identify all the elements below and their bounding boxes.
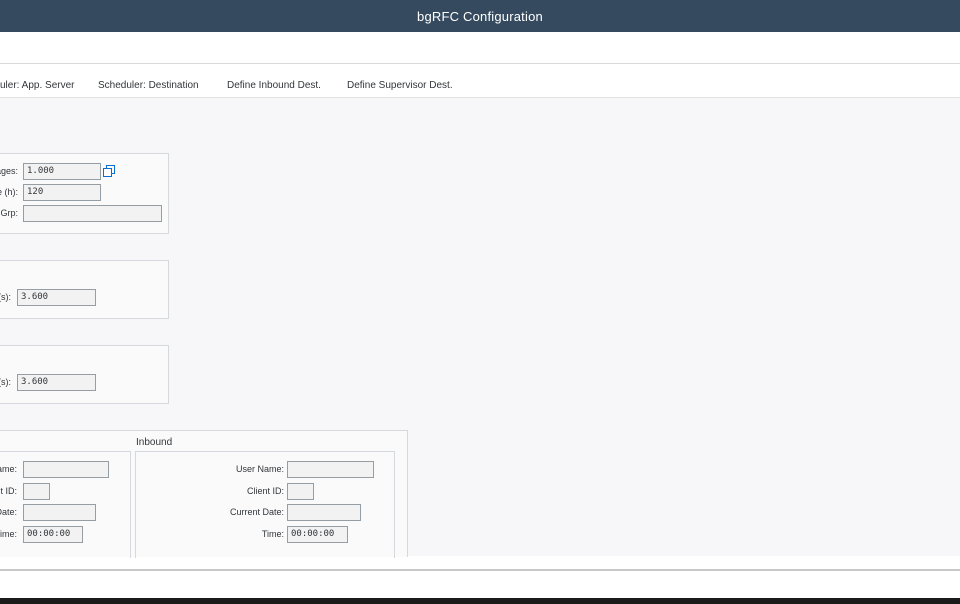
label-user-name-inbound: User Name:	[235, 464, 284, 474]
tab-strip: uler: App. Server Scheduler: Destination…	[0, 75, 960, 98]
client-id-field-left[interactable]	[23, 483, 50, 500]
settings-group-2: (s): 3.600	[0, 260, 169, 319]
settings-group-1: ages: 1.000 e (h): 120 Grp:	[0, 153, 169, 234]
label-current-date-inbound: Current Date:	[229, 507, 284, 517]
interval-field-1[interactable]: 3.600	[17, 289, 96, 306]
title-bar: bgRFC Configuration	[0, 0, 960, 32]
label-time-left: Time:	[0, 529, 17, 539]
toolbar	[0, 32, 960, 64]
tab-scheduler-destination[interactable]: Scheduler: Destination	[98, 75, 199, 97]
client-id-field-inbound[interactable]	[287, 483, 314, 500]
max-pages-field[interactable]: 1.000	[23, 163, 101, 180]
inbound-subgroup: User Name: Client ID: Current Date: Time…	[135, 451, 395, 558]
time-field-left[interactable]: 00:00:00	[23, 526, 83, 543]
tab-define-inbound-dest[interactable]: Define Inbound Dest.	[227, 75, 321, 97]
time-field-inbound[interactable]: 00:00:00	[287, 526, 348, 543]
label-max-pages: ages:	[0, 166, 18, 176]
window-title: bgRFC Configuration	[417, 8, 543, 24]
bottom-edge	[0, 598, 960, 604]
interval-field-2[interactable]: 3.600	[17, 374, 96, 391]
label-time-inbound: Time:	[261, 529, 284, 539]
tab-define-supervisor-dest[interactable]: Define Supervisor Dest.	[347, 75, 453, 97]
user-name-field-left[interactable]	[23, 461, 109, 478]
label-date-left: Date:	[0, 507, 17, 517]
label-lifetime: e (h):	[0, 187, 18, 197]
current-date-field-inbound[interactable]	[287, 504, 361, 521]
label-client-id-inbound: Client ID:	[246, 486, 284, 496]
group-field[interactable]	[23, 205, 162, 222]
label-group: Grp:	[0, 208, 18, 218]
tab-scheduler-app-server[interactable]: uler: App. Server	[0, 75, 74, 97]
user-name-field-inbound[interactable]	[287, 461, 374, 478]
lifetime-field[interactable]: 120	[23, 184, 101, 201]
label-client-id-left: t ID:	[0, 486, 17, 496]
settings-group-3: (s): 3.600	[0, 345, 169, 404]
outbound-subgroup: ame: t ID: Date: Time: 00:00:00	[0, 451, 131, 558]
footer-bar	[0, 571, 960, 597]
date-field-left[interactable]	[23, 504, 96, 521]
content-area: ages: 1.000 e (h): 120 Grp: (s): 3.600 (…	[0, 98, 960, 558]
copy-icon[interactable]	[102, 164, 116, 178]
label-user-name-left: ame:	[0, 464, 17, 474]
inbound-section-title: Inbound	[136, 437, 173, 448]
label-interval-1: (s):	[0, 292, 11, 302]
label-interval-2: (s):	[0, 377, 11, 387]
settings-group-4: ame: t ID: Date: Time: 00:00:00 Inbound …	[0, 430, 408, 558]
